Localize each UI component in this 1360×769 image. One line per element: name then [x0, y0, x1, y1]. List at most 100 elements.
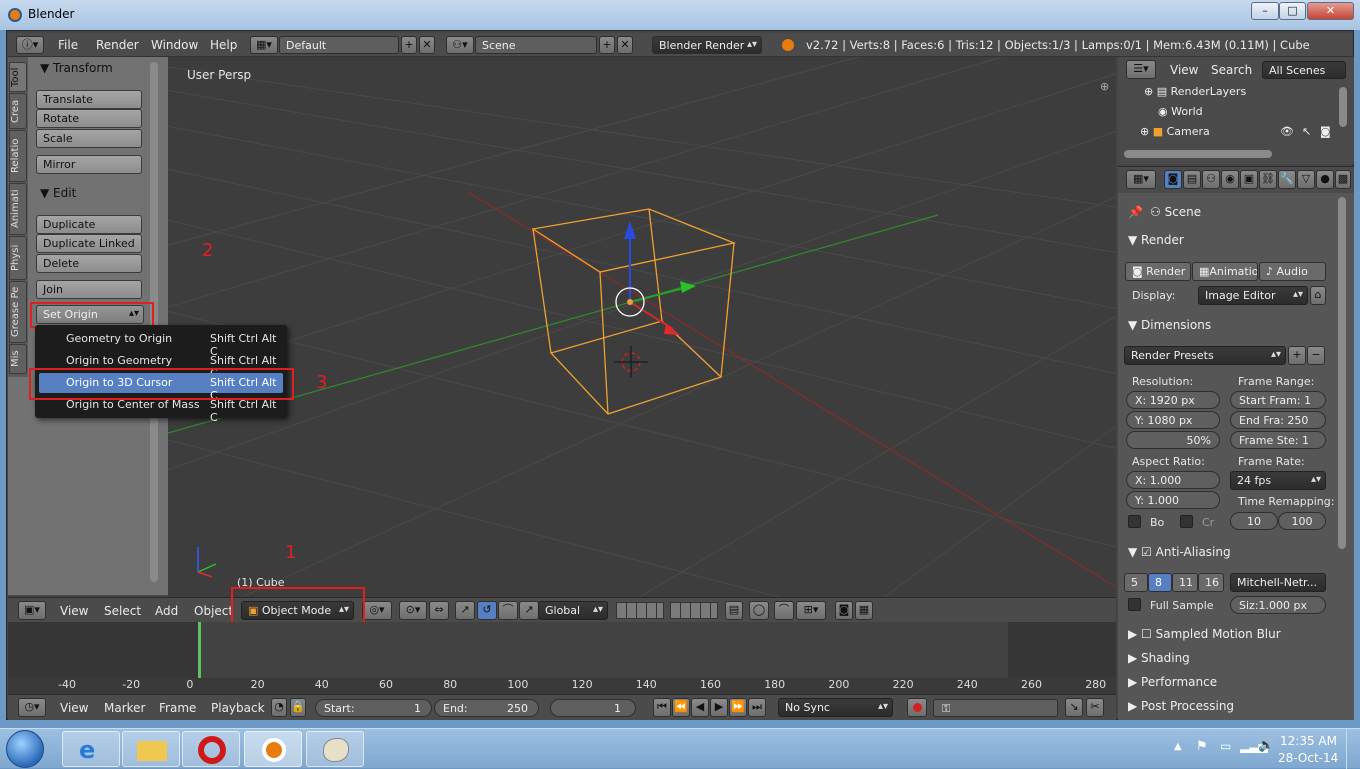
start-frame-field[interactable]: Start: 1	[315, 699, 432, 717]
translate-button[interactable]: Translate	[36, 90, 142, 109]
menu-help[interactable]: Help	[210, 38, 237, 52]
crop-checkbox[interactable]	[1180, 515, 1193, 528]
add-layout-icon[interactable]: +	[401, 36, 417, 54]
tab-animation[interactable]: Animati	[9, 183, 27, 235]
z-manipulator-tip[interactable]	[624, 221, 636, 239]
properties-scrollbar[interactable]	[1338, 197, 1346, 549]
show-desktop-button[interactable]	[1346, 729, 1360, 769]
menu-file[interactable]: File	[58, 38, 78, 52]
post-processing-panel-header[interactable]: ▶ Post Processing	[1128, 699, 1234, 713]
render-camera-icon[interactable]: ◙	[1320, 125, 1331, 138]
scale-button[interactable]: Scale	[36, 129, 142, 148]
aa-samples-16[interactable]: 16	[1198, 573, 1224, 592]
cube-object[interactable]	[531, 208, 737, 415]
border-checkbox[interactable]	[1128, 515, 1141, 528]
vp-menu-object[interactable]: Object	[194, 604, 233, 618]
transform-orientation-icon[interactable]: ↗	[519, 601, 539, 620]
aa-checkbox-icon[interactable]: ☑	[1141, 545, 1152, 559]
3d-cursor-icon[interactable]	[614, 346, 648, 378]
aspect-y-field[interactable]: Y: 1.000	[1126, 491, 1220, 509]
jump-start-icon[interactable]: ⏮	[653, 698, 671, 717]
layers-grid-2[interactable]	[670, 602, 718, 619]
remove-preset-icon[interactable]: −	[1307, 346, 1325, 365]
tab-misc[interactable]: Mis	[9, 344, 27, 374]
jump-keyframe-forward-icon[interactable]: ⏩	[729, 698, 747, 717]
outliner-row-world[interactable]: ◉ World	[1158, 105, 1348, 123]
paint-icon[interactable]	[306, 731, 364, 767]
file-explorer-icon[interactable]	[122, 731, 180, 767]
clock-date[interactable]: 28-Oct-14	[1278, 751, 1338, 765]
modifiers-tab-icon[interactable]: 🔧	[1278, 170, 1296, 189]
jump-keyframe-back-icon[interactable]: ⏪	[672, 698, 690, 717]
record-icon[interactable]	[907, 698, 927, 717]
time-remap-new-field[interactable]: 100	[1278, 512, 1326, 530]
action-center-flag-icon[interactable]: ⚑	[1196, 739, 1208, 754]
audio-button[interactable]: ♪ Audio	[1259, 262, 1326, 281]
performance-panel-header[interactable]: ▶ Performance	[1128, 675, 1217, 689]
aa-samples-8[interactable]: 8	[1148, 573, 1172, 592]
viewport-plus-icon[interactable]: ⊕	[1100, 80, 1109, 93]
sync-mode-select[interactable]: No Sync ▴▾	[778, 698, 893, 717]
render-panel-header[interactable]: ▼ Render	[1128, 233, 1184, 247]
tl-menu-marker[interactable]: Marker	[104, 701, 145, 715]
maximize-button[interactable]: □	[1279, 2, 1306, 20]
display-select[interactable]: Image Editor ▴▾	[1198, 286, 1308, 305]
snap-element-icon[interactable]: ⊞▾	[796, 601, 826, 620]
full-sample-checkbox[interactable]	[1128, 598, 1141, 611]
outliner-filter-select[interactable]: All Scenes	[1262, 61, 1346, 79]
pivot-point-button[interactable]: ⊙▾	[399, 601, 427, 620]
scene-tab-icon[interactable]: ⚇	[1202, 170, 1220, 189]
outliner-row-renderlayers[interactable]: ⊕ ▤ RenderLayers	[1144, 85, 1344, 103]
lock-display-icon[interactable]: ⌂	[1310, 286, 1326, 305]
close-button[interactable]: ✕	[1307, 2, 1354, 20]
jump-end-icon[interactable]: ⏭	[748, 698, 766, 717]
current-frame-field[interactable]: 1	[550, 699, 636, 717]
manipulator-rotate[interactable]: ↺	[477, 601, 497, 620]
scene-field[interactable]: Scene	[475, 36, 597, 54]
pin-icon[interactable]: 📌	[1128, 205, 1143, 219]
x-manipulator-tip[interactable]	[664, 323, 680, 335]
tab-relations[interactable]: Relatio	[9, 130, 27, 182]
volume-icon[interactable]: 🔊	[1258, 738, 1274, 753]
tab-physics[interactable]: Physi	[9, 236, 27, 280]
play-icon[interactable]: ▶	[710, 698, 728, 717]
transform-orientation-select[interactable]: Global ▴▾	[538, 601, 608, 620]
tl-menu-view[interactable]: View	[60, 701, 88, 715]
end-frame-field[interactable]: End: 250	[434, 699, 539, 717]
aa-samples-11[interactable]: 11	[1172, 573, 1198, 592]
manipulator-scale[interactable]: ⌒	[498, 601, 518, 620]
opera-icon[interactable]	[182, 731, 240, 767]
preview-range-icon[interactable]: ◔	[271, 698, 287, 717]
snap-toggle-icon[interactable]: ⌒	[774, 601, 794, 620]
menu-window[interactable]: Window	[151, 38, 198, 52]
tab-tool[interactable]: Tool	[9, 62, 27, 92]
object-tab-icon[interactable]: ▣	[1240, 170, 1258, 189]
outliner-scrollbar[interactable]	[1339, 87, 1347, 127]
display-icon[interactable]: ▭	[1220, 739, 1231, 753]
opengl-anim-icon[interactable]: ▦	[855, 601, 873, 620]
clock-time[interactable]: 12:35 AM	[1280, 734, 1337, 748]
proportional-edit-icon[interactable]: ◯	[749, 601, 769, 620]
delete-keyframe-icon[interactable]: ✂	[1086, 698, 1104, 717]
blender-taskbar-icon[interactable]	[244, 731, 302, 767]
add-preset-icon[interactable]: +	[1288, 346, 1306, 365]
resolution-y-field[interactable]: Y: 1080 px	[1126, 411, 1220, 429]
lock-range-icon[interactable]: 🔒	[290, 698, 306, 717]
remove-layout-icon[interactable]: ✕	[419, 36, 435, 54]
expand-icon[interactable]: ⊕	[1144, 85, 1157, 98]
world-tab-icon[interactable]: ◉	[1221, 170, 1239, 189]
dimensions-panel-header[interactable]: ▼ Dimensions	[1128, 318, 1211, 332]
outliner-hscrollbar[interactable]	[1124, 150, 1272, 158]
manipulator-toggle[interactable]: ⇔	[429, 601, 449, 620]
visibility-eye-icon[interactable]: 👁	[1280, 125, 1294, 138]
join-button[interactable]: Join	[36, 280, 142, 299]
texture-tab-icon[interactable]: ▩	[1335, 170, 1351, 189]
internet-explorer-icon[interactable]: e	[62, 731, 120, 767]
start-frame-property[interactable]: Start Fram: 1	[1230, 391, 1326, 409]
add-scene-icon[interactable]: +	[599, 36, 615, 54]
rotate-button[interactable]: Rotate	[36, 109, 142, 128]
duplicate-linked-button[interactable]: Duplicate Linked	[36, 234, 142, 253]
menu-item-geometry-to-origin[interactable]: Geometry to Origin Shift Ctrl Alt C	[39, 329, 283, 358]
resolution-percentage-field[interactable]: 50%	[1126, 431, 1220, 449]
3d-viewport[interactable]: User Persp (1) Cube ⊕	[168, 57, 1116, 597]
